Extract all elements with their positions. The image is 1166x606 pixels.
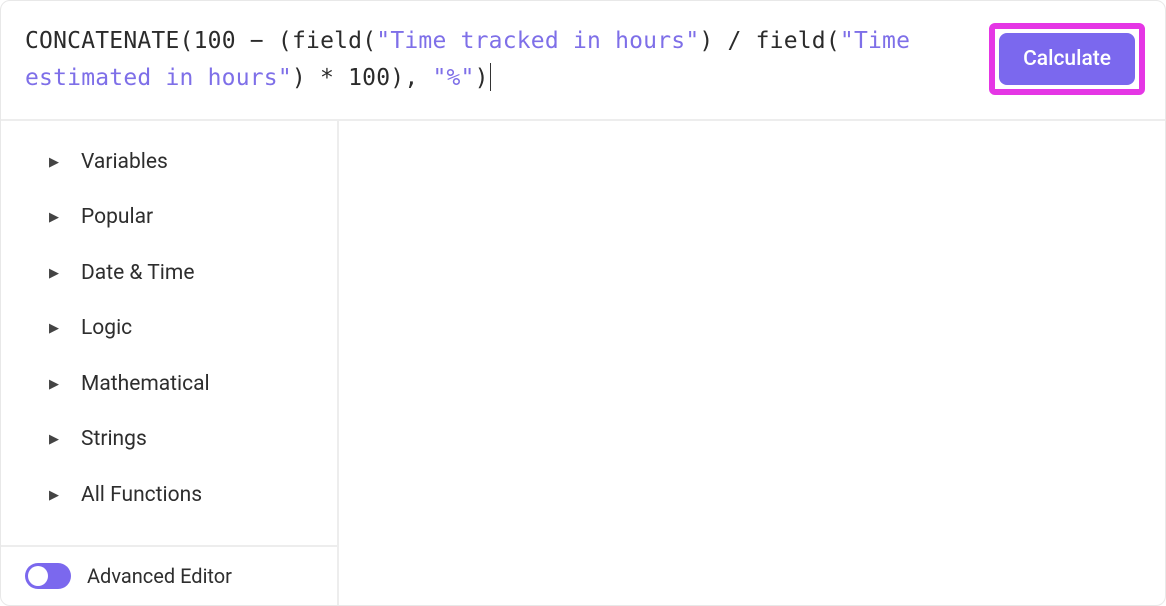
category-popular[interactable]: ▶ Popular	[1, 190, 337, 246]
chevron-right-icon: ▶	[49, 208, 59, 228]
chevron-right-icon: ▶	[49, 264, 59, 284]
chevron-right-icon: ▶	[49, 153, 59, 173]
category-mathematical[interactable]: ▶ Mathematical	[1, 357, 337, 413]
category-all-functions[interactable]: ▶ All Functions	[1, 468, 337, 524]
category-label: Popular	[81, 202, 153, 234]
tok-concat: CONCATENATE	[25, 28, 180, 54]
sidebar: ▶ Variables ▶ Popular ▶ Date & Time ▶ Lo…	[1, 121, 339, 605]
calculate-button[interactable]: Calculate	[999, 33, 1135, 85]
category-list: ▶ Variables ▶ Popular ▶ Date & Time ▶ Lo…	[1, 121, 337, 545]
category-logic[interactable]: ▶ Logic	[1, 301, 337, 357]
details-panel	[339, 121, 1165, 605]
category-label: Date & Time	[81, 258, 194, 290]
category-strings[interactable]: ▶ Strings	[1, 412, 337, 468]
category-label: Variables	[81, 147, 168, 179]
advanced-editor-toggle[interactable]	[25, 563, 71, 589]
category-label: Mathematical	[81, 369, 210, 401]
category-variables[interactable]: ▶ Variables	[1, 135, 337, 191]
formula-input[interactable]: CONCATENATE(100 − (field("Time tracked i…	[25, 23, 989, 97]
toggle-knob	[28, 566, 48, 586]
calculate-highlight: Calculate	[989, 23, 1145, 95]
text-cursor	[490, 63, 491, 91]
category-label: Strings	[81, 424, 147, 456]
chevron-right-icon: ▶	[49, 430, 59, 450]
body: ▶ Variables ▶ Popular ▶ Date & Time ▶ Lo…	[1, 121, 1165, 605]
formula-editor: CONCATENATE(100 − (field("Time tracked i…	[0, 0, 1166, 606]
chevron-right-icon: ▶	[49, 375, 59, 395]
chevron-right-icon: ▶	[49, 319, 59, 339]
category-date-time[interactable]: ▶ Date & Time	[1, 246, 337, 302]
chevron-right-icon: ▶	[49, 486, 59, 506]
sidebar-footer: Advanced Editor	[1, 545, 337, 605]
advanced-editor-label: Advanced Editor	[87, 564, 232, 588]
category-label: All Functions	[81, 480, 202, 512]
category-label: Logic	[81, 313, 132, 345]
formula-bar: CONCATENATE(100 − (field("Time tracked i…	[1, 1, 1165, 121]
